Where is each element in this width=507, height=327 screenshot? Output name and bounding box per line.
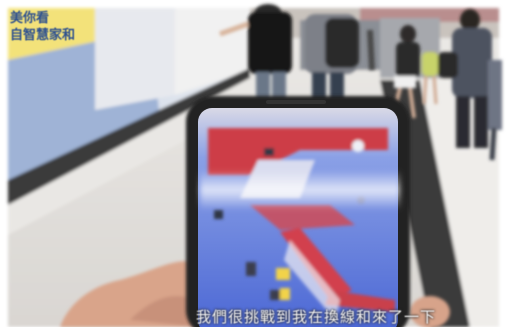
ad-line-1: 美你看 [10,11,50,26]
ad-banner-text: 美你看 自智慧家和 [10,10,80,46]
phone-icon [186,96,410,327]
ad-line-2: 自智慧家和 [10,28,76,43]
scene-illustration [0,0,507,327]
photo-scene: 美你看 自智慧家和 我們很挑戰到我在換線和來了一下 [0,0,507,327]
video-subtitle: 我們很挑戰到我在換線和來了一下 [196,308,437,326]
